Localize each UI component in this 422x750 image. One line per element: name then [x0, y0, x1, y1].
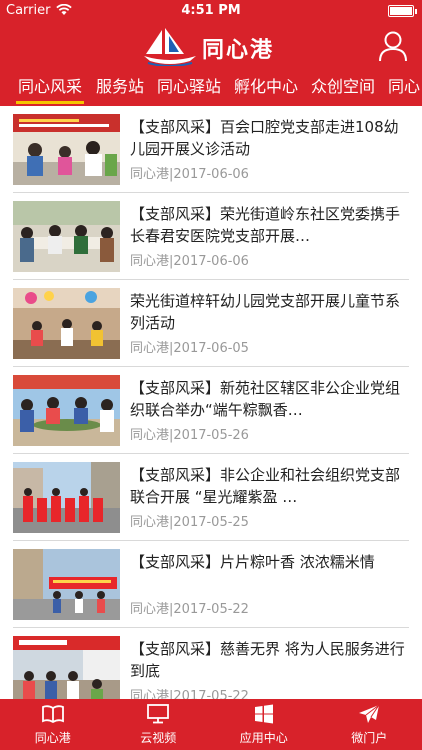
news-meta: 同心港|2017-05-26 [130, 428, 249, 443]
news-thumbnail [13, 636, 120, 699]
news-title: 【支部风采】新苑社区辖区非公企业党组织联合举办“端午粽飘香… [130, 379, 401, 419]
news-thumbnail [13, 549, 120, 620]
news-meta: 同心港|2017-06-06 [130, 167, 249, 182]
list-item[interactable]: 【支部风采】片片粽叶香 浓浓糯米情 同心港|2017-05-22 [0, 541, 422, 628]
windows-icon [254, 704, 274, 728]
tabbar-app-center[interactable]: 应用中心 [211, 699, 317, 750]
tabbar-label: 同心港 [34, 731, 71, 745]
monitor-icon [147, 704, 170, 728]
list-item[interactable]: 【支部风采】百会口腔党支部走进108幼儿园开展义诊活动 同心港|2017-06-… [0, 106, 422, 193]
news-thumbnail [13, 201, 120, 272]
list-item[interactable]: 【支部风采】慈善无界 将为人民服务进行到底 同心港|2017-05-22 [0, 628, 422, 699]
news-title: 荣光街道梓轩幼儿园党支部开展儿童节系列活动 [130, 292, 401, 332]
tabbar-label: 微门户 [351, 731, 388, 745]
tabbar-tongxingang[interactable]: 同心港 [0, 699, 106, 750]
news-meta: 同心港|2017-05-22 [130, 689, 249, 699]
tabbar-micro-portal[interactable]: 微门户 [317, 699, 422, 750]
tab-tongxin-fengcai[interactable]: 同心风采 [15, 70, 85, 106]
bottom-tab-bar: 同心港 云视频 应用中心 微门户 [0, 699, 422, 750]
user-icon[interactable] [378, 30, 408, 62]
news-title: 【支部风采】荣光街道岭东社区党委携手长春君安医院党支部开展… [130, 205, 401, 245]
news-title: 【支部风采】慈善无界 将为人民服务进行到底 [130, 640, 405, 680]
tab-tongxin-more[interactable]: 同心 [388, 70, 420, 106]
news-thumbnail [13, 375, 120, 446]
paper-plane-icon [358, 704, 380, 728]
category-tabs: 同心风采 服务站 同心驿站 孵化中心 众创空间 同心 [0, 70, 422, 106]
list-item[interactable]: 【支部风采】非公企业和社会组织党支部联合开展 “星光耀紫盈 … 同心港|2017… [0, 454, 422, 541]
tab-incubation-center[interactable]: 孵化中心 [234, 70, 298, 106]
battery-icon [388, 5, 417, 17]
news-feed: 【支部风采】百会口腔党支部走进108幼儿园开展义诊活动 同心港|2017-06-… [0, 106, 422, 699]
clock: 4:51 PM [181, 3, 241, 18]
tabbar-cloud-video[interactable]: 云视频 [106, 699, 212, 750]
news-title: 【支部风采】百会口腔党支部走进108幼儿园开展义诊活动 [130, 118, 399, 158]
news-title: 【支部风采】非公企业和社会组织党支部联合开展 “星光耀紫盈 … [130, 466, 401, 506]
status-bar: Carrier 4:51 PM [0, 0, 422, 22]
news-meta: 同心港|2017-06-06 [130, 254, 249, 269]
news-meta: 同心港|2017-05-22 [130, 602, 249, 617]
list-item[interactable]: 荣光街道梓轩幼儿园党支部开展儿童节系列活动 同心港|2017-06-05 [0, 280, 422, 367]
app-title: 同心港 [202, 38, 275, 63]
sailboat-logo [142, 26, 198, 70]
list-item[interactable]: 【支部风采】新苑社区辖区非公企业党组织联合举办“端午粽飘香… 同心港|2017-… [0, 367, 422, 454]
news-thumbnail [13, 114, 120, 185]
news-thumbnail [13, 288, 120, 359]
tab-tongxin-post[interactable]: 同心驿站 [157, 70, 221, 106]
tab-maker-space[interactable]: 众创空间 [311, 70, 375, 106]
news-meta: 同心港|2017-05-25 [130, 515, 249, 530]
app-header: 同心港 [0, 22, 422, 70]
tabbar-label: 云视频 [140, 731, 177, 745]
tabbar-label: 应用中心 [239, 731, 288, 745]
book-icon [41, 704, 64, 728]
news-meta: 同心港|2017-06-05 [130, 341, 249, 356]
tab-service-station[interactable]: 服务站 [96, 70, 144, 106]
list-item[interactable]: 【支部风采】荣光街道岭东社区党委携手长春君安医院党支部开展… 同心港|2017-… [0, 193, 422, 280]
news-title: 【支部风采】片片粽叶香 浓浓糯米情 [130, 553, 375, 571]
news-thumbnail [13, 462, 120, 533]
